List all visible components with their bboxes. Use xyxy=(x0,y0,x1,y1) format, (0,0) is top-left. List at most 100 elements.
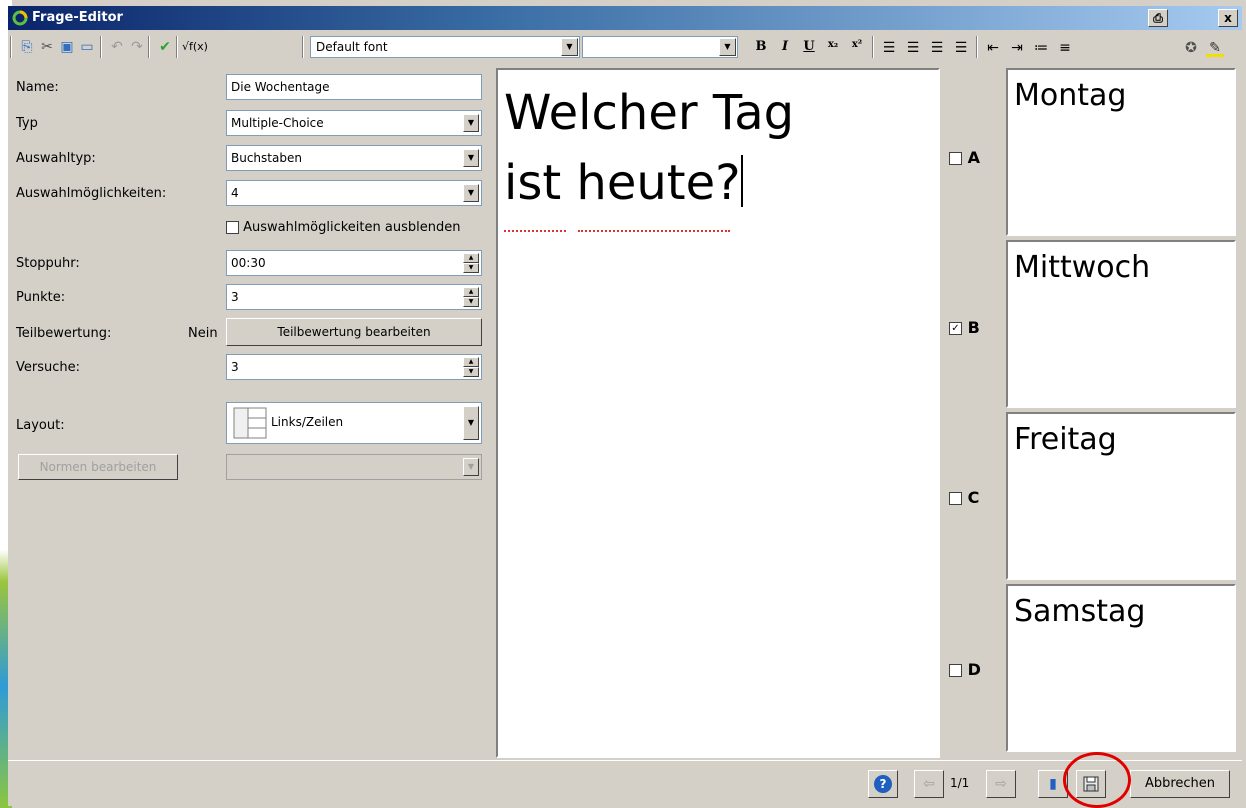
answer-options-column xyxy=(942,68,1008,758)
copy-icon[interactable]: ⎘ xyxy=(18,38,36,56)
title-bar: Frage-Editor ⎙ x xyxy=(8,6,1242,30)
toolbar-separator xyxy=(302,36,304,58)
highlight-pen-icon[interactable]: ✎ xyxy=(1206,39,1224,57)
answer-c-checkbox[interactable] xyxy=(949,492,962,505)
auswahlmoeglichkeiten-select[interactable]: 4 ▼ xyxy=(226,180,482,206)
font-size-select[interactable]: ▼ xyxy=(582,36,738,58)
text-cursor xyxy=(740,155,743,207)
spelling-underline xyxy=(504,230,566,232)
answer-option-a[interactable]: A xyxy=(949,148,980,167)
chevron-down-icon[interactable]: ▼ xyxy=(463,184,479,202)
paste-icon[interactable]: ▣ xyxy=(58,38,76,56)
answer-option-d[interactable]: D xyxy=(949,660,981,679)
normen-edit-button[interactable]: Normen bearbeiten xyxy=(18,454,178,480)
spellcheck-icon[interactable]: ✔ xyxy=(156,38,174,56)
help-button[interactable]: ? xyxy=(868,770,898,798)
spelling-underline xyxy=(578,230,730,232)
formula-icon[interactable]: √f(x) xyxy=(182,38,208,56)
insert-image-icon[interactable]: ▭ xyxy=(78,38,96,56)
chevron-down-icon[interactable]: ▼ xyxy=(463,458,479,476)
punkte-stepper[interactable]: 3 ▲ ▼ xyxy=(226,284,482,310)
previous-button[interactable]: ⇦ xyxy=(914,770,944,798)
spin-down-icon[interactable]: ▼ xyxy=(463,297,479,307)
teilbewertung-status: Nein xyxy=(188,326,218,341)
superscript-button[interactable]: x² xyxy=(848,39,866,57)
app-icon xyxy=(12,10,28,26)
redo-icon[interactable]: ↷ xyxy=(128,38,146,56)
answer-d-box[interactable]: Samstag xyxy=(1006,584,1236,752)
answer-b-checkbox[interactable]: ✓ xyxy=(949,322,962,335)
align-right-icon[interactable]: ☰ xyxy=(928,39,946,57)
name-label: Name: xyxy=(16,80,59,95)
typ-select[interactable]: Multiple-Choice ▼ xyxy=(226,110,482,136)
answer-a-checkbox[interactable] xyxy=(949,152,962,165)
font-select[interactable]: Default font ▼ xyxy=(310,36,580,58)
layout-label: Layout: xyxy=(16,418,65,433)
normen-select[interactable]: ▼ xyxy=(226,454,482,480)
page-indicator: 1/1 xyxy=(950,776,970,790)
answer-d-letter: D xyxy=(967,660,981,679)
auswahltyp-select[interactable]: Buchstaben ▼ xyxy=(226,145,482,171)
numbered-list-icon[interactable]: ≔ xyxy=(1032,39,1050,57)
cut-icon[interactable]: ✂ xyxy=(38,38,56,56)
typ-select-value: Multiple-Choice xyxy=(231,116,324,130)
spin-up-icon[interactable]: ▲ xyxy=(463,253,479,263)
spinner[interactable]: ▲ ▼ xyxy=(463,253,479,273)
spin-up-icon[interactable]: ▲ xyxy=(463,287,479,297)
spinner[interactable]: ▲ ▼ xyxy=(463,287,479,307)
ausblenden-label: Auswahlmöglickeiten ausblenden xyxy=(243,220,461,235)
spinner[interactable]: ▲ ▼ xyxy=(463,357,479,377)
align-center-icon[interactable]: ☰ xyxy=(904,39,922,57)
punkte-value: 3 xyxy=(231,290,239,304)
question-text[interactable]: Welcher Tag ist heute? xyxy=(504,78,924,218)
undo-icon[interactable]: ↶ xyxy=(108,38,126,56)
versuche-stepper[interactable]: 3 ▲ ▼ xyxy=(226,354,482,380)
answer-option-b[interactable]: ✓ B xyxy=(949,318,980,337)
indent-icon[interactable]: ⇥ xyxy=(1008,39,1026,57)
italic-button[interactable]: I xyxy=(776,39,794,57)
close-button[interactable]: x xyxy=(1218,9,1238,27)
stoppuhr-value: 00:30 xyxy=(231,256,266,270)
underline-button[interactable]: U xyxy=(800,39,818,57)
answer-c-box[interactable]: Freitag xyxy=(1006,412,1236,580)
spin-up-icon[interactable]: ▲ xyxy=(463,357,479,367)
bullet-list-icon[interactable]: ≡ xyxy=(1056,39,1074,57)
next-button[interactable]: ⇨ xyxy=(986,770,1016,798)
subscript-button[interactable]: x₂ xyxy=(824,39,842,57)
teilbewertung-edit-button[interactable]: Teilbewertung bearbeiten xyxy=(226,318,482,346)
align-justify-icon[interactable]: ☰ xyxy=(952,39,970,57)
ausblenden-checkbox[interactable] xyxy=(226,221,239,234)
cancel-button[interactable]: Abbrechen xyxy=(1130,770,1230,798)
chevron-down-icon[interactable]: ▼ xyxy=(561,38,578,56)
question-editor[interactable]: Welcher Tag ist heute? xyxy=(496,68,940,758)
toolbar-separator xyxy=(976,36,978,58)
layout-select[interactable]: Links/Zeilen ▼ xyxy=(226,402,482,444)
answer-d-text: Samstag xyxy=(1014,594,1146,629)
toolbar: ⎘ ✂ ▣ ▭ ↶ ↷ ✔ √f(x) Default font ▼ ▼ B I… xyxy=(8,30,1242,66)
chevron-down-icon[interactable]: ▼ xyxy=(463,149,479,167)
spin-down-icon[interactable]: ▼ xyxy=(463,263,479,273)
restore-button[interactable]: ⎙ xyxy=(1148,9,1168,27)
bold-button[interactable]: B xyxy=(752,39,770,57)
stoppuhr-stepper[interactable]: 00:30 ▲ ▼ xyxy=(226,250,482,276)
versuche-label: Versuche: xyxy=(16,360,81,375)
answer-a-letter: A xyxy=(967,148,980,167)
arrow-right-icon: ⇨ xyxy=(995,776,1007,792)
outdent-icon[interactable]: ⇤ xyxy=(984,39,1002,57)
align-left-icon[interactable]: ☰ xyxy=(880,39,898,57)
arrow-left-icon: ⇦ xyxy=(923,776,935,792)
spin-down-icon[interactable]: ▼ xyxy=(463,367,479,377)
teilbewertung-label: Teilbewertung: xyxy=(16,326,112,341)
font-color-icon[interactable]: ✪ xyxy=(1182,39,1200,57)
answer-c-letter: C xyxy=(967,488,980,507)
name-field[interactable]: Die Wochentage xyxy=(226,74,482,100)
chevron-down-icon[interactable]: ▼ xyxy=(463,406,479,440)
chevron-down-icon[interactable]: ▼ xyxy=(463,114,479,132)
chevron-down-icon[interactable]: ▼ xyxy=(719,38,736,56)
answer-a-box[interactable]: Montag xyxy=(1006,68,1236,236)
answer-d-checkbox[interactable] xyxy=(949,664,962,677)
answer-option-c[interactable]: C xyxy=(949,488,979,507)
layout-preview-icon xyxy=(233,407,267,439)
answer-b-box[interactable]: Mittwoch xyxy=(1006,240,1236,408)
ausblenden-checkbox-row[interactable]: Auswahlmöglickeiten ausblenden xyxy=(226,220,460,235)
